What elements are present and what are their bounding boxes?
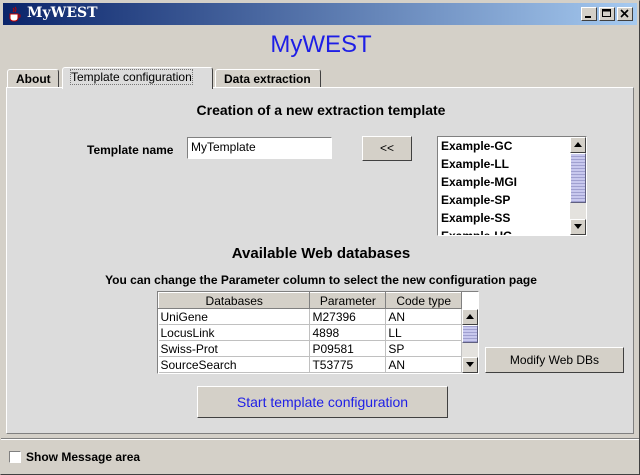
scroll-up-button[interactable] [570,137,586,153]
table-row[interactable]: Swiss-Prot P09581 SP [158,340,462,357]
arrow-down-icon [466,362,474,367]
table-row[interactable]: SourceSearch T53775 AN [158,356,462,373]
arrow-up-icon [466,314,474,319]
app-title: MyWEST [270,31,372,58]
show-message-checkbox[interactable] [9,451,21,463]
list-item[interactable]: Example-SS [438,209,586,227]
template-list-scrollbar[interactable] [570,137,586,235]
databases-heading: Available Web databases [231,245,411,262]
table-cell[interactable]: UniGene [158,308,311,325]
arrow-down-icon [574,224,582,229]
window-title: MyWEST [27,5,98,21]
template-configuration-panel: Creation of a new extraction template Te… [6,87,634,434]
minimize-icon [585,16,591,18]
tab-label: About [16,72,51,86]
column-header-code-type[interactable]: Code type [385,292,462,309]
databases-table-scrollbar[interactable] [462,309,478,373]
table-cell[interactable]: 4898 [309,324,387,341]
table-cell[interactable]: SP [385,340,462,357]
scroll-up-button[interactable] [462,309,478,325]
databases-table-frame: Databases Parameter Code type UniGene M2… [157,291,479,374]
table-row[interactable]: LocusLink 4898 LL [158,324,462,341]
scroll-down-button[interactable] [570,219,586,235]
list-item[interactable]: Example-UG [438,227,586,235]
table-cell[interactable]: LocusLink [158,324,311,341]
table-cell[interactable]: Swiss-Prot [158,340,311,357]
main-window: MyWEST MyWEST About Template configurati… [0,0,640,475]
tab-label: Template configuration [70,69,193,85]
maximize-button[interactable] [599,7,615,21]
show-message-label: Show Message area [26,450,141,464]
table-row[interactable]: UniGene M27396 AN [158,308,462,325]
start-template-configuration-button[interactable]: Start template configuration [197,386,448,418]
table-cell[interactable]: AN [385,308,462,325]
template-name-value: MyTemplate [191,140,256,154]
scroll-down-button[interactable] [462,357,478,373]
section-title: Creation of a new extraction template [196,102,446,118]
move-template-button[interactable]: << [362,136,412,161]
table-cell[interactable]: SourceSearch [158,356,311,373]
template-name-input[interactable]: MyTemplate [187,137,332,159]
maximize-icon [602,9,611,17]
minimize-button[interactable] [581,7,597,21]
table-cell[interactable]: AN [385,356,462,373]
databases-table: Databases Parameter Code type UniGene M2… [157,292,462,373]
table-cell[interactable]: P09581 [309,340,387,357]
list-item[interactable]: Example-GC [438,137,586,155]
scroll-thumb[interactable] [570,153,586,203]
list-item[interactable]: Example-MGI [438,173,586,191]
column-header-parameter[interactable]: Parameter [309,292,387,309]
divider [1,439,639,440]
template-list[interactable]: Example-GC Example-LL Example-MGI Exampl… [437,136,587,236]
tab-data-extraction[interactable]: Data extraction [215,69,321,89]
column-header-databases[interactable]: Databases [157,292,311,309]
scroll-thumb[interactable] [462,325,478,343]
list-item[interactable]: Example-SP [438,191,586,209]
java-coffee-icon [9,6,21,22]
table-cell[interactable]: M27396 [309,308,387,325]
table-cell[interactable]: T53775 [309,356,387,373]
list-item[interactable]: Example-LL [438,155,586,173]
tab-about[interactable]: About [7,69,59,89]
close-button[interactable] [617,7,633,21]
modify-web-dbs-button[interactable]: Modify Web DBs [485,347,624,373]
arrow-up-icon [574,142,582,147]
databases-hint: You can change the Parameter column to s… [105,273,537,287]
close-icon [620,9,629,18]
table-cell[interactable]: LL [385,324,462,341]
tab-template-configuration[interactable]: Template configuration [62,67,213,89]
tab-label: Data extraction [224,72,311,86]
title-bar[interactable]: MyWEST [3,3,637,25]
template-name-label: Template name [87,143,174,157]
